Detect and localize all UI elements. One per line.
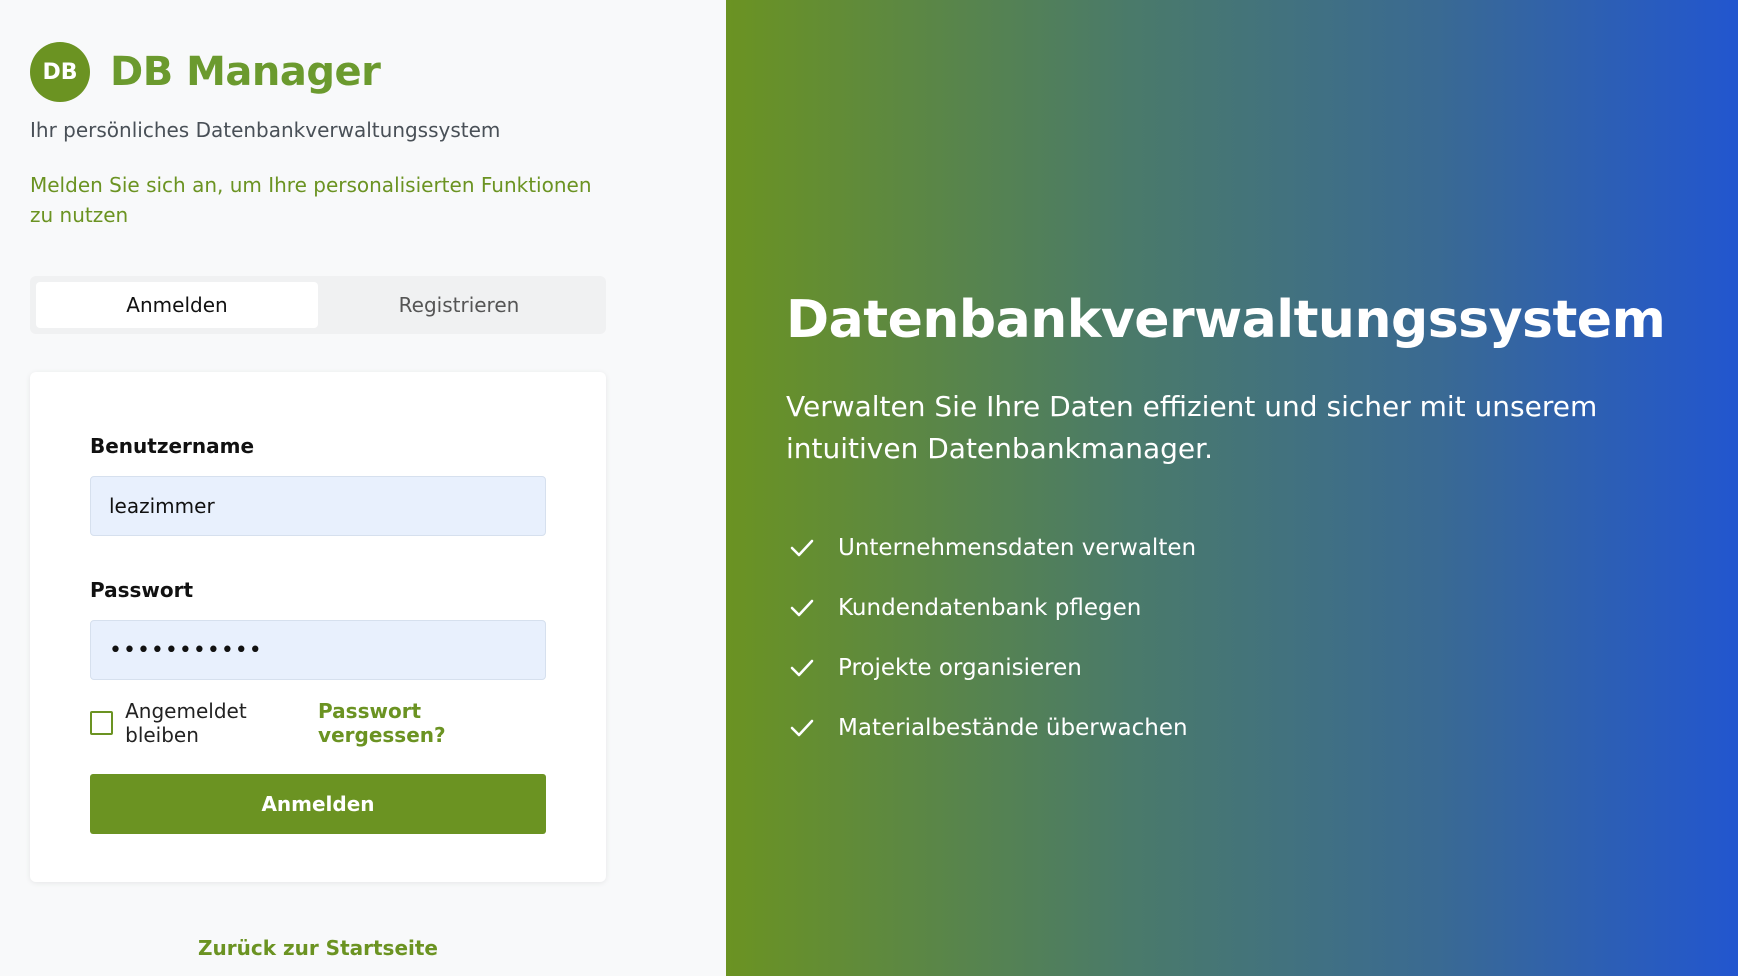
password-value: ••••••••••• xyxy=(109,637,263,663)
feature-label: Kundendatenbank pflegen xyxy=(838,595,1142,621)
remember-label: Angemeldet bleiben xyxy=(125,699,247,747)
back-home-link[interactable]: Zurück zur Startseite xyxy=(30,936,606,960)
brand: DB DB Manager xyxy=(30,42,381,102)
login-form: Benutzername leazimmer Passwort ••••••••… xyxy=(30,372,606,882)
password-label: Passwort xyxy=(90,578,194,602)
feature-item: Projekte organisieren xyxy=(788,638,1196,698)
username-field[interactable]: leazimmer xyxy=(90,476,546,536)
feature-item: Kundendatenbank pflegen xyxy=(788,578,1196,638)
password-field[interactable]: ••••••••••• xyxy=(90,620,546,680)
username-label: Benutzername xyxy=(90,434,255,458)
remember-me: Angemeldet bleiben xyxy=(90,699,318,747)
remember-checkbox[interactable] xyxy=(90,711,114,735)
feature-item: Unternehmensdaten verwalten xyxy=(788,518,1196,578)
feature-label: Unternehmensdaten verwalten xyxy=(838,535,1197,561)
logo: DB xyxy=(30,42,90,102)
login-panel: DB DB Manager Ihr persönliches Datenbank… xyxy=(0,0,726,976)
feature-list: Unternehmensdaten verwalten Kundendatenb… xyxy=(788,518,1196,758)
app-subtitle: Ihr persönliches Datenbankverwaltungssys… xyxy=(30,118,501,142)
username-value: leazimmer xyxy=(109,494,215,518)
auth-tabs: Anmelden Registrieren xyxy=(30,276,606,334)
check-icon xyxy=(788,534,816,562)
feature-label: Materialbestände überwachen xyxy=(838,715,1188,741)
tab-register[interactable]: Registrieren xyxy=(318,282,600,328)
app-title: DB Manager xyxy=(110,49,381,95)
check-icon xyxy=(788,654,816,682)
tab-login[interactable]: Anmelden xyxy=(36,282,318,328)
hero-title: Datenbankverwaltungssystem xyxy=(786,290,1666,350)
check-icon xyxy=(788,714,816,742)
hero-description: Verwalten Sie Ihre Daten effizient und s… xyxy=(786,390,1598,465)
remember-row: Angemeldet bleiben Passwort vergessen? xyxy=(90,699,546,747)
login-hint: Melden Sie sich an, um Ihre personalisie… xyxy=(30,173,592,227)
feature-item: Materialbestände überwachen xyxy=(788,698,1196,758)
hero-panel: Datenbankverwaltungssystem Verwalten Sie… xyxy=(726,0,1738,976)
feature-label: Projekte organisieren xyxy=(838,655,1082,681)
check-icon xyxy=(788,594,816,622)
forgot-password-link[interactable]: Passwort vergessen? xyxy=(318,699,546,747)
login-button[interactable]: Anmelden xyxy=(90,774,546,834)
